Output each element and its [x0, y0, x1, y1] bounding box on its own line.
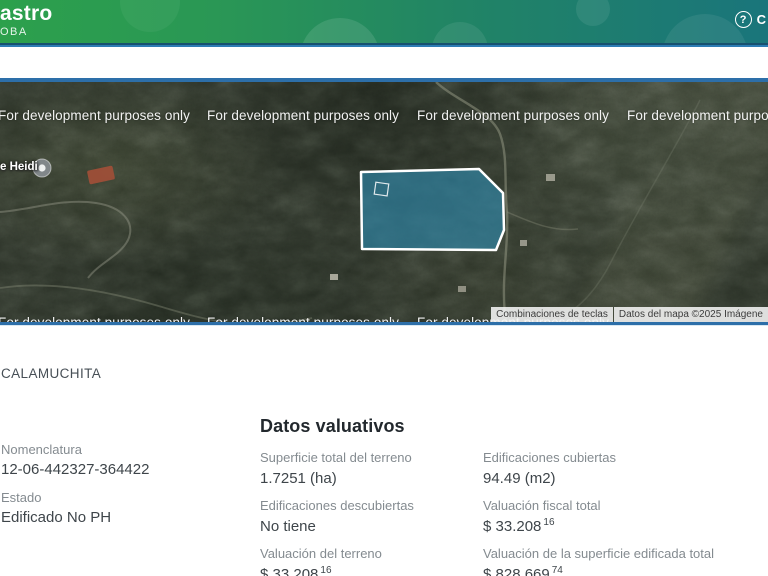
dev-watermark: For development purposes only — [627, 108, 768, 123]
dev-watermark: For development purposes only — [417, 108, 609, 123]
parcel-detail-panel: CALAMUCHITA Nomenclatura 12-06-442327-36… — [0, 326, 768, 576]
help-icon: ? — [735, 11, 752, 28]
field-label-estado: Estado — [1, 490, 246, 505]
poi-label: e Heidi — [0, 161, 38, 173]
logo-text-top: astro — [0, 3, 52, 24]
logo-text-bottom: OBA — [0, 27, 52, 38]
map-attribution: Combinaciones de teclas Datos del mapa ©… — [491, 307, 768, 322]
field-label-nomenclatura: Nomenclatura — [1, 442, 246, 457]
department-name: CALAMUCHITA — [1, 366, 101, 381]
header-decor-circle — [300, 18, 380, 43]
dev-watermark: For development purposes only — [0, 108, 190, 123]
header-decor-circle — [120, 0, 180, 32]
parcel-info-block: Nomenclatura 12-06-442327-364422 Estado … — [1, 442, 246, 538]
valuation-field: Edificaciones descubiertas No tiene — [260, 498, 483, 546]
app-header: astro OBA ? C — [0, 0, 768, 43]
dev-watermark: For development purposes only — [207, 315, 399, 322]
header-decor-circle — [576, 0, 610, 26]
valuation-section: Datos valuativos Superficie total del te… — [260, 416, 768, 576]
satellite-map[interactable]: For development purposes only For develo… — [0, 82, 768, 322]
valuation-field: Valuación de la superficie edificada tot… — [483, 546, 768, 576]
valuation-title: Datos valuativos — [260, 416, 768, 437]
header-decor-circle — [432, 22, 488, 43]
valuation-field: Superficie total del terreno 1.7251 (ha) — [260, 450, 483, 498]
field-value-estado: Edificado No PH — [1, 509, 246, 526]
header-help-button[interactable]: ? C — [735, 11, 766, 28]
selected-parcel-polygon[interactable] — [361, 169, 504, 250]
dev-watermark: For development purposes only — [207, 108, 399, 123]
dev-watermark: For development purposes only — [0, 315, 190, 322]
field-value-nomenclatura: 12-06-442327-364422 — [1, 461, 246, 478]
app-logo[interactable]: astro OBA — [0, 3, 52, 38]
valuation-field: Edificaciones cubiertas 94.49 (m2) — [483, 450, 768, 498]
valuation-grid: Superficie total del terreno 1.7251 (ha)… — [260, 450, 768, 576]
header-help-label: C — [757, 12, 766, 27]
map-data-attribution: Datos del mapa ©2025 Imágene — [614, 307, 768, 322]
keyboard-shortcuts-button[interactable]: Combinaciones de teclas — [491, 307, 613, 322]
toolbar-strip — [0, 47, 768, 78]
valuation-field: Valuación del terreno $ 33.20816 — [260, 546, 483, 576]
valuation-field: Valuación fiscal total $ 33.20816 — [483, 498, 768, 546]
